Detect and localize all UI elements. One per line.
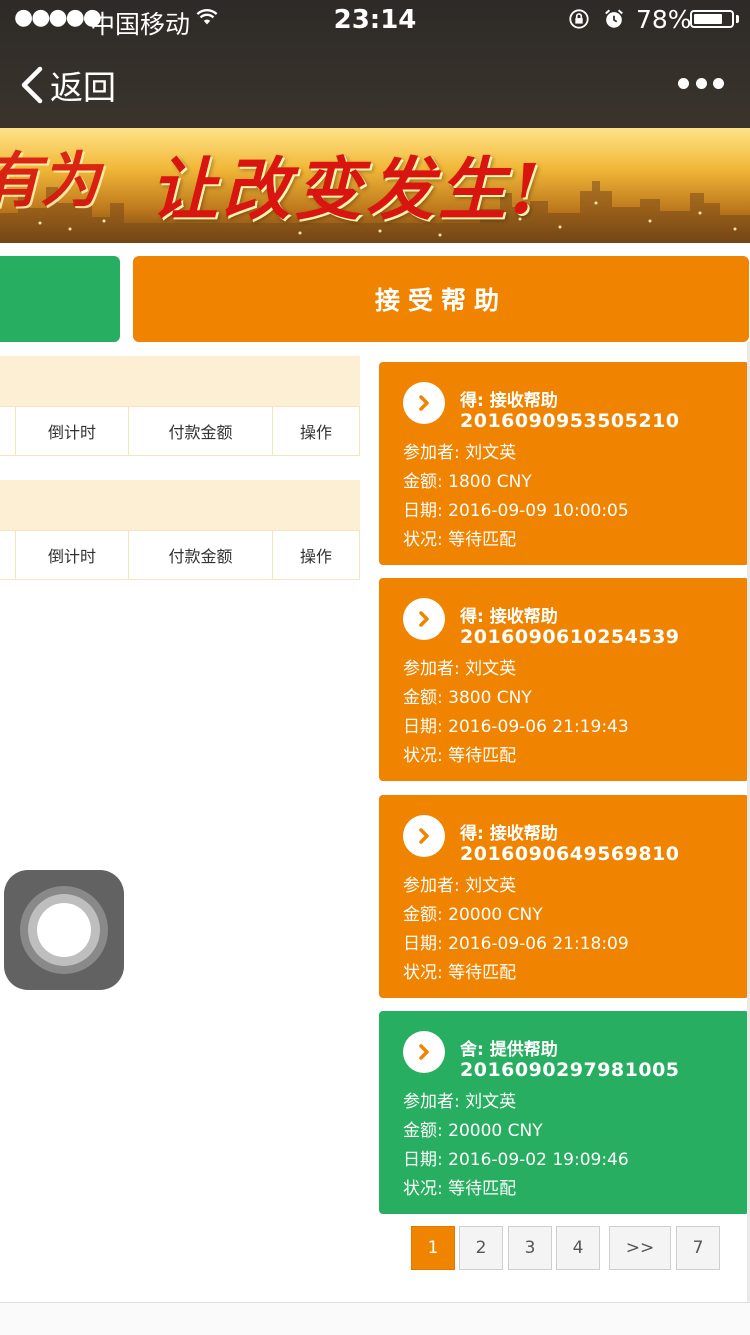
card-participant: 参加者: 刘文英 — [403, 876, 517, 896]
more-dot-icon — [695, 77, 707, 89]
card-amount: 金额: 3800 CNY — [403, 688, 532, 708]
chevron-left-icon — [21, 66, 43, 104]
page-next-button[interactable]: >> — [609, 1226, 671, 1270]
card-order-id: 2016090610254539 — [460, 626, 680, 648]
card-arrow-button[interactable] — [403, 382, 445, 424]
rotation-lock-icon — [569, 9, 589, 29]
transaction-card[interactable]: 舍: 提供帮助 2016090297981005 参加者: 刘文英 金额: 20… — [379, 1011, 749, 1214]
page-button-4[interactable]: 4 — [556, 1226, 600, 1270]
more-dot-icon — [713, 77, 724, 89]
transaction-card[interactable]: 得: 接收帮助 2016090953505210 参加者: 刘文英 金额: 18… — [379, 362, 749, 565]
column-payment-amount: 付款金额 — [129, 531, 273, 579]
page-button-1[interactable]: 1 — [411, 1226, 455, 1270]
chevron-right-icon — [419, 611, 429, 627]
card-type: 得: 接收帮助 — [460, 824, 558, 844]
status-bar: ●●●●● 中国移动 23:14 78% — [0, 0, 750, 40]
card-type: 得: 接收帮助 — [460, 607, 558, 627]
chevron-right-icon — [419, 828, 429, 844]
column-countdown: 倒计时 — [16, 407, 129, 455]
table-column-row: 倒计时 付款金额 操作 — [0, 406, 360, 456]
card-amount: 金额: 20000 CNY — [403, 905, 543, 925]
battery-icon — [690, 10, 734, 28]
help-table: 倒计时 付款金额 操作 — [0, 480, 360, 580]
banner-text-fragment: 有为 — [0, 146, 100, 216]
column-action: 操作 — [273, 407, 360, 455]
help-table: 倒计时 付款金额 操作 — [0, 356, 360, 456]
provide-help-button[interactable] — [0, 256, 120, 342]
card-order-id: 2016090953505210 — [460, 410, 680, 432]
back-label: 返回 — [50, 68, 116, 107]
column-countdown: 倒计时 — [16, 531, 129, 579]
card-status: 状况: 等待匹配 — [403, 746, 517, 766]
banner-slogan: 让改变发生! — [150, 150, 544, 230]
table-column-row: 倒计时 付款金额 操作 — [0, 530, 360, 580]
card-participant: 参加者: 刘文英 — [403, 443, 517, 463]
card-date: 日期: 2016-09-02 19:09:46 — [403, 1150, 629, 1170]
card-arrow-button[interactable] — [403, 598, 445, 640]
bottom-divider — [0, 1302, 750, 1335]
card-date: 日期: 2016-09-09 10:00:05 — [403, 501, 629, 521]
table-header-bar — [0, 356, 360, 406]
battery-tip — [736, 15, 739, 23]
table-header-bar — [0, 480, 360, 530]
accept-help-button[interactable]: 接受帮助 — [133, 256, 749, 342]
card-arrow-button[interactable] — [403, 1031, 445, 1073]
top-bar: ●●●●● 中国移动 23:14 78% 返回 — [0, 0, 750, 128]
more-dot-icon — [678, 77, 689, 89]
page-last-button[interactable]: 7 — [676, 1226, 720, 1270]
alarm-icon — [605, 9, 623, 28]
card-type: 得: 接收帮助 — [460, 391, 558, 411]
card-amount: 金额: 20000 CNY — [403, 1121, 543, 1141]
assistive-touch-button[interactable] — [4, 870, 124, 990]
card-status: 状况: 等待匹配 — [403, 963, 517, 983]
card-amount: 金额: 1800 CNY — [403, 472, 532, 492]
card-date: 日期: 2016-09-06 21:18:09 — [403, 934, 629, 954]
card-status: 状况: 等待匹配 — [403, 530, 517, 550]
page-button-3[interactable]: 3 — [508, 1226, 552, 1270]
transaction-card[interactable]: 得: 接收帮助 2016090649569810 参加者: 刘文英 金额: 20… — [379, 795, 749, 998]
chevron-right-icon — [419, 395, 429, 411]
card-type: 舍: 提供帮助 — [460, 1040, 558, 1060]
card-order-id: 2016090297981005 — [460, 1059, 680, 1081]
battery-percent: 78% — [636, 5, 692, 34]
page-button-2[interactable]: 2 — [459, 1226, 503, 1270]
column-payment-amount: 付款金额 — [129, 407, 273, 455]
card-order-id: 2016090649569810 — [460, 843, 680, 865]
table-column-cut — [0, 531, 16, 579]
more-menu-button[interactable] — [678, 72, 724, 94]
promo-banner: 有为 让改变发生! — [0, 128, 750, 243]
card-status: 状况: 等待匹配 — [403, 1179, 517, 1199]
card-date: 日期: 2016-09-06 21:19:43 — [403, 717, 629, 737]
chevron-right-icon — [419, 1044, 429, 1060]
assistive-touch-center-icon — [37, 903, 91, 957]
table-column-cut — [0, 407, 16, 455]
battery-fill — [694, 14, 722, 24]
transaction-card[interactable]: 得: 接收帮助 2016090610254539 参加者: 刘文英 金额: 38… — [379, 578, 749, 781]
column-action: 操作 — [273, 531, 360, 579]
back-button[interactable]: 返回 — [18, 60, 116, 110]
card-participant: 参加者: 刘文英 — [403, 1092, 517, 1112]
card-arrow-button[interactable] — [403, 815, 445, 857]
card-participant: 参加者: 刘文英 — [403, 659, 517, 679]
